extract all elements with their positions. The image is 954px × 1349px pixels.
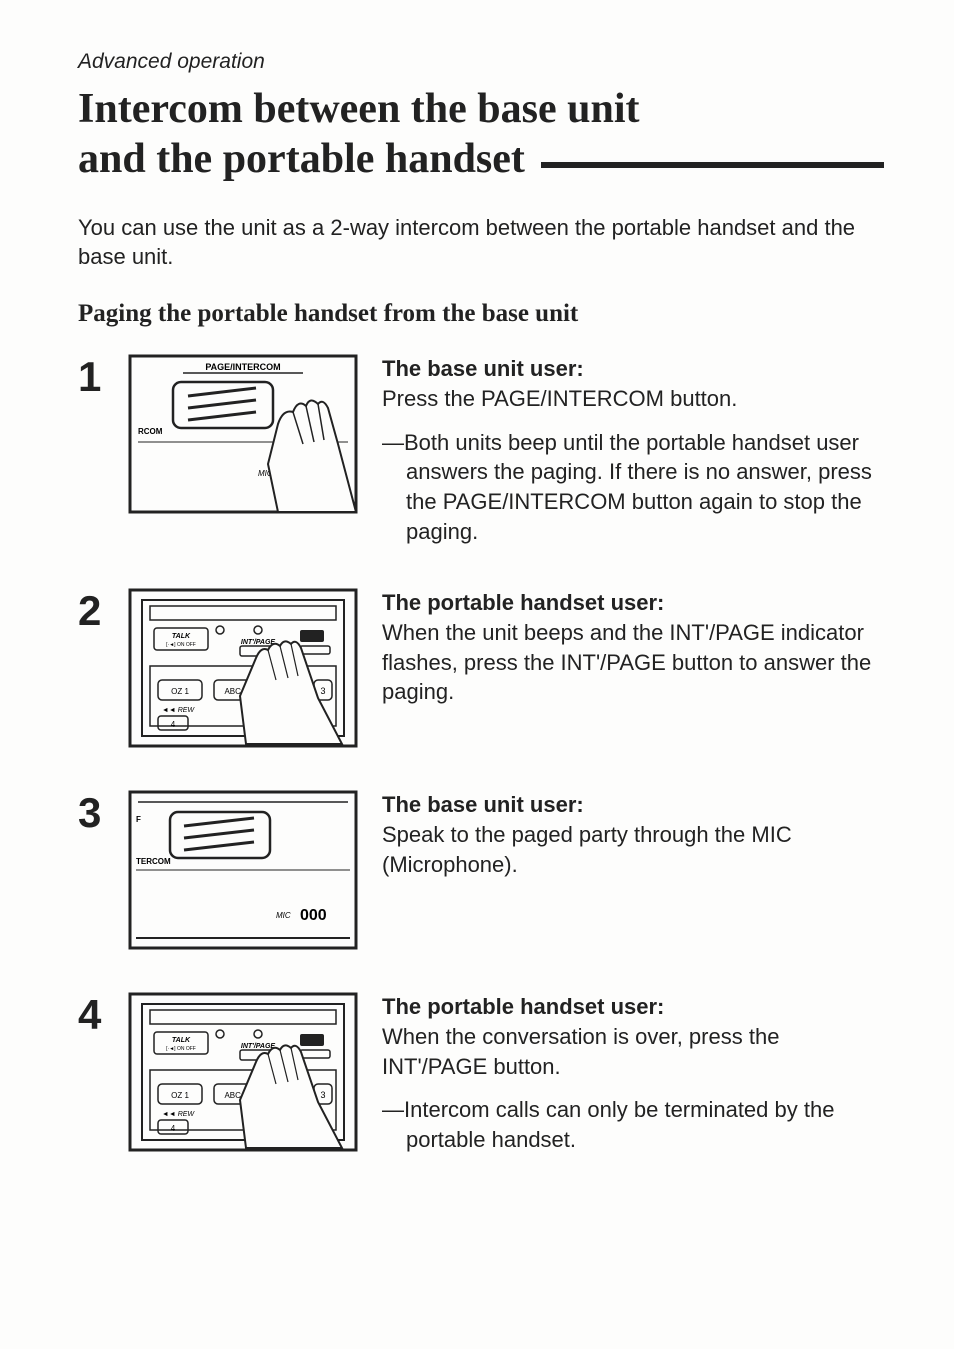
label-talk: TALK: [172, 1037, 191, 1044]
mic-holes: 000: [300, 907, 327, 924]
section-header: Advanced operation: [78, 50, 884, 74]
page-title: Intercom between the base unit and the p…: [78, 84, 884, 185]
svg-text:F: F: [136, 815, 141, 824]
svg-text:[·◄] ON OFF: [·◄] ON OFF: [166, 642, 196, 648]
step-2-body: When the unit beeps and the INT'/PAGE in…: [382, 620, 871, 704]
label-rew: ◄◄ REW: [162, 1111, 196, 1118]
label-int-page: INT'/PAGE: [241, 639, 276, 646]
label-3: 3: [320, 1090, 325, 1100]
label-3: 3: [320, 686, 325, 696]
step-4-body: When the conversation is over, press the…: [382, 1024, 779, 1079]
step-2-figure: TALK [·◄] ON OFF INT'/PAGE OZ 1 ◄◄ REW A…: [128, 588, 358, 748]
label-4: 4: [171, 1124, 176, 1133]
step-1-figure: PAGE/INTERCOM RCOM MIC: [128, 354, 358, 514]
step-2-text: The portable handset user: When the unit…: [382, 588, 884, 707]
step-2-heading: The portable handset user:: [382, 590, 664, 615]
step-3-text: The base unit user: Speak to the paged p…: [382, 790, 884, 879]
step-1-text: The base unit user: Press the PAGE/INTER…: [382, 354, 884, 546]
title-rule: [541, 162, 884, 168]
label-mic: MIC: [276, 911, 291, 920]
step-1-heading: The base unit user:: [382, 356, 584, 381]
label-tercom: TERCOM: [136, 857, 171, 866]
label-oz1: OZ 1: [171, 687, 189, 696]
step-3: 3 F TERCOM MIC 000 The base unit user: S…: [78, 790, 884, 950]
step-4-figure: TALK [·◄] ON OFF INT'/PAGE OZ 1 ◄◄ REW A…: [128, 992, 358, 1152]
step-number: 2: [78, 588, 128, 632]
step-number: 4: [78, 992, 128, 1036]
intro-text: You can use the unit as a 2-way intercom…: [78, 213, 884, 272]
step-3-figure: F TERCOM MIC 000: [128, 790, 358, 950]
step-1-body: Press the PAGE/INTERCOM button.: [382, 386, 737, 411]
label-talk: TALK: [172, 633, 191, 640]
label-int-page: INT'/PAGE: [241, 1043, 276, 1050]
label-oz1: OZ 1: [171, 1091, 189, 1100]
label-rew: ◄◄ REW: [162, 707, 196, 714]
title-line-1: Intercom between the base unit: [78, 84, 884, 134]
label-page-intercom: PAGE/INTERCOM: [205, 362, 280, 372]
step-3-body: Speak to the paged party through the MIC…: [382, 822, 792, 877]
step-number: 3: [78, 790, 128, 834]
step-1-note: —Both units beep until the portable hand…: [382, 428, 884, 547]
label-rcom: RCOM: [138, 427, 163, 436]
subheading: Paging the portable handset from the bas…: [78, 300, 884, 328]
label-4: 4: [171, 720, 176, 729]
step-4-heading: The portable handset user:: [382, 994, 664, 1019]
svg-text:[·◄] ON OFF: [·◄] ON OFF: [166, 1046, 196, 1052]
title-line-2: and the portable handset: [78, 134, 525, 184]
step-2: 2 TALK [·◄] ON OFF INT'/PAGE OZ 1: [78, 588, 884, 748]
step-3-heading: The base unit user:: [382, 792, 584, 817]
manual-page: Advanced operation Intercom between the …: [0, 0, 954, 1349]
step-number: 1: [78, 354, 128, 398]
step-4-note: —Intercom calls can only be terminated b…: [382, 1095, 884, 1154]
step-1: 1 PAGE/INTERCOM RCOM MIC The base: [78, 354, 884, 546]
step-4: 4 TALK [·◄] ON OFF INT'/PAGE OZ 1 ◄◄ REW: [78, 992, 884, 1154]
step-4-text: The portable handset user: When the conv…: [382, 992, 884, 1154]
